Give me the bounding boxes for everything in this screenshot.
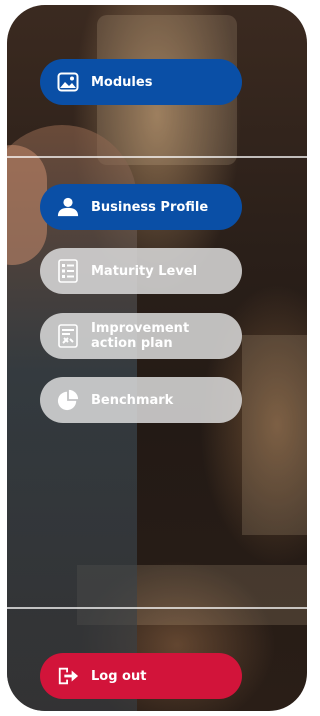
user-icon (57, 196, 79, 218)
plan-document-icon (57, 324, 79, 348)
nav-maturity-level-label: Maturity Level (91, 263, 198, 279)
pie-chart-icon (57, 389, 79, 411)
nav-maturity-level[interactable]: Maturity Level (40, 248, 242, 294)
nav-improvement-action-plan[interactable]: Improvement action plan (40, 313, 242, 359)
divider (7, 607, 307, 609)
background-decoration (242, 335, 307, 535)
sidebar-panel: Modules Business Profile Maturity Level (7, 5, 307, 711)
nav-modules[interactable]: Modules (40, 59, 242, 105)
logout-label: Log out (91, 668, 147, 684)
checklist-icon (57, 259, 79, 283)
nav-improvement-action-plan-label: Improvement action plan (91, 321, 190, 351)
nav-business-profile-label: Business Profile (91, 199, 209, 215)
nav-modules-label: Modules (91, 74, 153, 90)
image-icon (57, 71, 79, 93)
nav-benchmark-label: Benchmark (91, 392, 174, 408)
logout-button[interactable]: Log out (40, 653, 242, 699)
divider (7, 156, 307, 158)
nav-business-profile[interactable]: Business Profile (40, 184, 242, 230)
logout-icon (57, 665, 79, 687)
nav-benchmark[interactable]: Benchmark (40, 377, 242, 423)
